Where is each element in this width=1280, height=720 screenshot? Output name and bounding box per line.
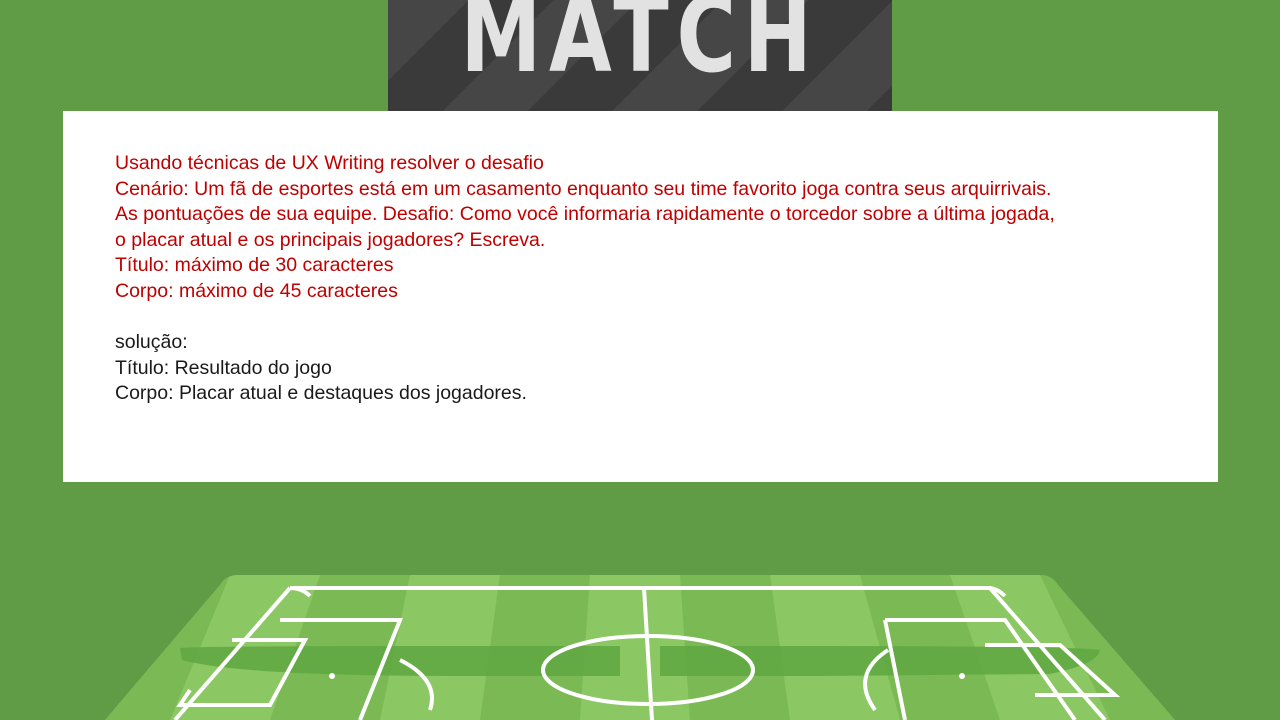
challenge-line: Corpo: máximo de 45 caracteres	[115, 279, 398, 302]
challenge-line: o placar atual e os principais jogadores…	[115, 228, 546, 251]
challenge-line: Usando técnicas de UX Writing resolver o…	[115, 152, 544, 174]
solution-title: Título: Resultado do jogo	[115, 356, 332, 379]
challenge-line: Cenário: Um fã de esportes está em um ca…	[115, 177, 1052, 200]
challenge-line: As pontuações de sua equipe. Desafio: Co…	[115, 203, 1055, 226]
penalty-spot-right	[959, 673, 965, 679]
penalty-spot-left	[329, 673, 335, 679]
scoreboard-title: MATCH	[460, 0, 820, 96]
soccer-field-graphic	[105, 575, 1175, 720]
solution-heading: solução:	[115, 331, 188, 354]
challenge-line: Título: máximo de 30 caracteres	[115, 254, 394, 277]
solution-body: Corpo: Placar atual e destaques dos joga…	[115, 382, 527, 405]
challenge-card: Usando técnicas de UX Writing resolver o…	[63, 111, 1218, 482]
challenge-text: Usando técnicas de UX Writing resolver o…	[115, 151, 1188, 407]
scoreboard-graphic: MATCH	[388, 0, 892, 114]
